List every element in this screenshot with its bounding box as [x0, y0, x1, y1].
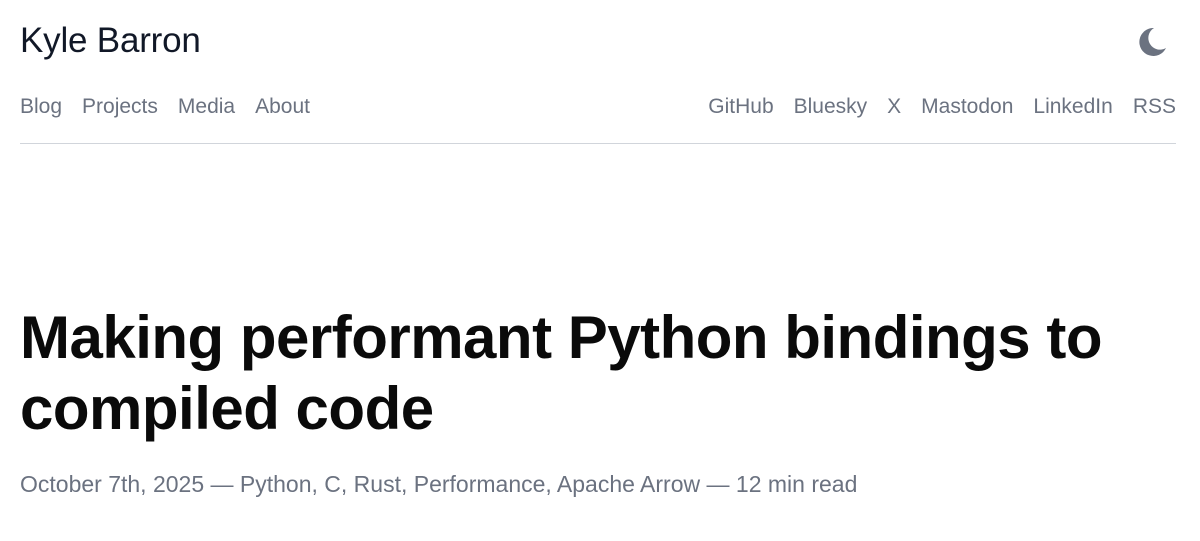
- post-meta: October 7th, 2025 — Python, C, Rust, Per…: [20, 471, 858, 497]
- social-link-x[interactable]: X: [887, 94, 901, 120]
- social-link-mastodon[interactable]: Mastodon: [921, 94, 1013, 120]
- social-link-github[interactable]: GitHub: [708, 94, 773, 120]
- social-link-linkedin[interactable]: LinkedIn: [1033, 94, 1112, 120]
- post-title: Making performant Python bindings to com…: [20, 304, 1102, 442]
- site-title-link[interactable]: Kyle Barron: [20, 20, 201, 62]
- social-link-bluesky[interactable]: Bluesky: [794, 94, 868, 120]
- primary-nav: Blog Projects Media About: [20, 94, 310, 120]
- page: Kyle Barron Blog Projects Media About Gi…: [0, 0, 1200, 541]
- social-link-rss[interactable]: RSS: [1133, 94, 1176, 120]
- header-divider: [20, 143, 1176, 144]
- social-nav: GitHub Bluesky X Mastodon LinkedIn RSS: [708, 94, 1176, 120]
- theme-toggle-button[interactable]: [1132, 22, 1172, 62]
- nav-link-projects[interactable]: Projects: [82, 94, 158, 120]
- nav-link-blog[interactable]: Blog: [20, 94, 62, 120]
- nav-link-about[interactable]: About: [255, 94, 310, 120]
- nav-link-media[interactable]: Media: [178, 94, 235, 120]
- moon-icon: [1139, 27, 1166, 56]
